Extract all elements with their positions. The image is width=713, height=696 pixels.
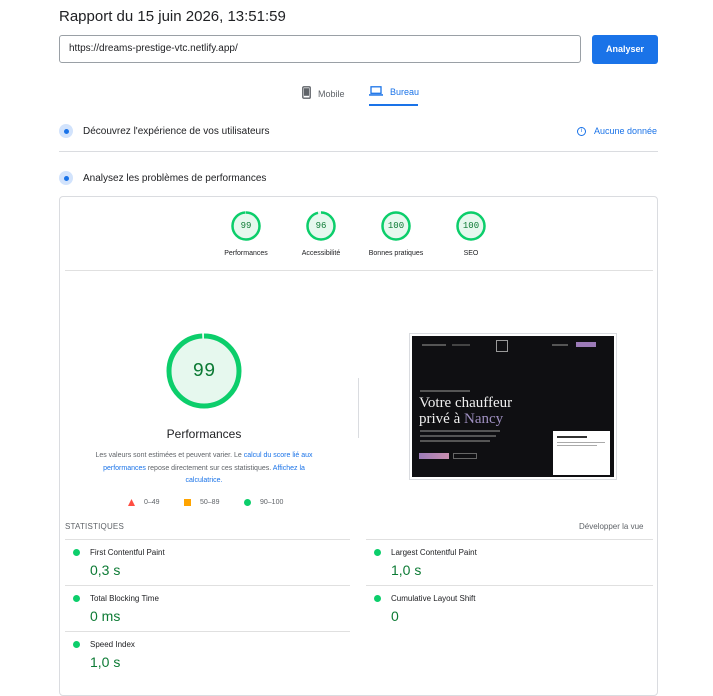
score-gauge-best-practices[interactable]: 100: [381, 211, 411, 241]
square-icon: [184, 499, 191, 506]
score-description: Les valeurs sont estimées et peuvent var…: [87, 450, 321, 488]
metric-name-tbt: Total Blocking Time: [90, 594, 159, 603]
score-label-performance: Performances: [224, 250, 268, 257]
users-icon: [59, 124, 73, 138]
desc-text-2: repose directement sur ces statistiques.: [145, 464, 273, 472]
legend-pass: 90–100: [244, 499, 283, 506]
metric-name-fcp: First Contentful Paint: [90, 548, 165, 557]
metric-value-cls: 0: [391, 608, 399, 624]
url-input[interactable]: https://dreams-prestige-vtc.netlify.app/: [59, 35, 581, 63]
metric-name-cls: Cumulative Layout Shift: [391, 594, 476, 603]
score-value-accessibility: 96: [315, 221, 327, 231]
vertical-divider: [358, 378, 359, 438]
no-data-link[interactable]: i Aucune donnée: [577, 126, 657, 136]
tab-desktop[interactable]: Bureau: [369, 86, 419, 98]
screenshot-canvas: Votre chauffeur privé à Nancy: [412, 336, 614, 477]
expand-view-button[interactable]: Développer la vue: [579, 522, 643, 531]
metric-divider: [65, 585, 350, 586]
legend-average: 50–89: [184, 499, 219, 506]
metric-value-lcp: 1,0 s: [391, 562, 422, 578]
score-label-best-practices: Bonnes pratiques: [368, 250, 424, 257]
stats-heading: STATISTIQUES: [65, 522, 124, 531]
pass-icon: [73, 641, 80, 648]
phone-icon: [302, 86, 311, 101]
score-gauge-accessibility[interactable]: 96: [306, 211, 336, 241]
field-data-label: Découvrez l'expérience de vos utilisateu…: [83, 125, 270, 137]
metric-divider: [65, 631, 350, 632]
pass-icon: [73, 549, 80, 556]
metric-divider: [366, 539, 653, 540]
tab-desktop-label: Bureau: [390, 87, 420, 97]
metric-value-fcp: 0,3 s: [90, 562, 121, 578]
score-label-seo: SEO: [463, 250, 479, 257]
legend-pass-label: 90–100: [260, 499, 284, 506]
score-value-seo: 100: [462, 221, 480, 231]
pass-icon: [374, 595, 381, 602]
lab-data-section: Analysez les problèmes de performances: [59, 171, 266, 185]
screenshot-headline: Votre chauffeur privé à Nancy: [419, 395, 512, 427]
legend-fail: 0–49: [128, 499, 160, 506]
performance-score: 99: [192, 360, 216, 382]
score-value-best-practices: 100: [387, 221, 405, 231]
legend-fail-label: 0–49: [144, 499, 160, 506]
report-title: Rapport du 15 juin 2026, 13:51:59: [59, 8, 286, 25]
pass-icon: [374, 549, 381, 556]
headline-city: Nancy: [463, 411, 504, 427]
score-label-accessibility: Accessibilité: [301, 250, 341, 257]
analyze-button[interactable]: Analyser: [592, 35, 658, 64]
circle-icon: [244, 499, 251, 506]
tab-mobile[interactable]: Mobile: [302, 86, 345, 101]
headline-line-1: Votre chauffeur: [419, 395, 513, 411]
active-tab-indicator: [369, 104, 418, 106]
score-gauge-performance[interactable]: 99: [231, 211, 261, 241]
laptop-icon: [369, 86, 383, 98]
page-screenshot[interactable]: Votre chauffeur privé à Nancy: [409, 333, 617, 480]
lab-data-label: Analysez les problèmes de performances: [83, 172, 267, 184]
no-data-label: Aucune donnée: [594, 126, 658, 136]
metric-name-lcp: Largest Contentful Paint: [391, 548, 477, 557]
desc-text: Les valeurs sont estimées et peuvent var…: [95, 452, 244, 459]
gauges-divider: [65, 270, 653, 271]
score-value-performance: 99: [240, 221, 252, 231]
field-data-section: Découvrez l'expérience de vos utilisateu…: [59, 124, 269, 138]
performance-label: Performances: [166, 427, 242, 441]
info-icon: i: [577, 126, 586, 136]
performance-icon: [59, 171, 73, 185]
tab-mobile-label: Mobile: [318, 88, 345, 99]
metric-divider: [65, 539, 350, 540]
headline-line-2: privé à: [419, 411, 461, 427]
metric-value-speed-index: 1,0 s: [90, 654, 121, 670]
metric-divider: [366, 585, 653, 586]
pass-icon: [73, 595, 80, 602]
section-divider: [59, 151, 658, 152]
metric-name-speed-index: Speed Index: [90, 640, 135, 649]
legend-average-label: 50–89: [200, 499, 220, 506]
triangle-icon: [128, 499, 135, 506]
metric-value-tbt: 0 ms: [90, 608, 121, 624]
score-gauge-seo[interactable]: 100: [456, 211, 486, 241]
